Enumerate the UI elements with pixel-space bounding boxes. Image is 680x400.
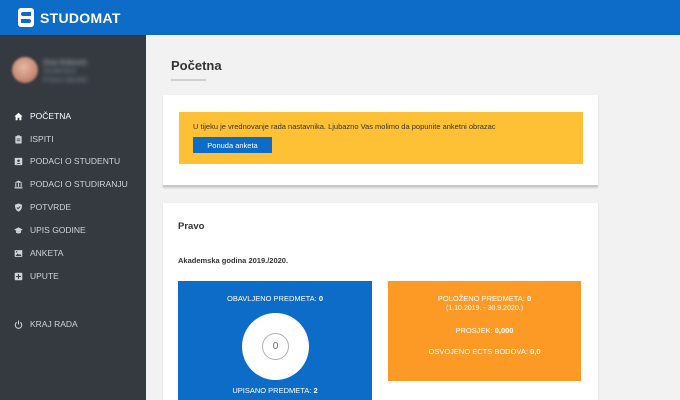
sidebar-item-label: POČETNA — [30, 111, 72, 121]
average-label: PROSJEK: — [455, 326, 493, 335]
power-icon — [14, 320, 23, 329]
university-icon — [14, 180, 23, 189]
survey-offer-button[interactable]: Ponuda anketa — [193, 137, 272, 153]
plus-square-icon — [14, 272, 23, 281]
survey-card: U tijeku je vrednovanje rada nastavnika.… — [163, 95, 598, 187]
sidebar-item-label: ISPITI — [30, 134, 54, 144]
avatar — [12, 57, 38, 83]
sidebar-item-label: KRAJ RADA — [30, 319, 78, 329]
sidebar-item-potvrde[interactable]: POTVRDE — [14, 199, 71, 215]
completed-label: OBAVLJENO PREDMETA: — [226, 294, 317, 303]
courses-passed-panel: POLOŽENO PREDMETA: 0 (1.10.2019. - 30.9.… — [388, 281, 581, 381]
enrolled-value: 2 — [313, 386, 318, 395]
home-icon — [14, 112, 23, 121]
clipboard-icon — [14, 134, 23, 144]
program-title: Pravo — [178, 221, 205, 232]
shield-icon — [14, 202, 23, 212]
enrolled-courses: UPISANO PREDMETA: 2 — [178, 386, 372, 395]
sidebar-item-anketa[interactable]: ANKETA — [14, 245, 63, 261]
study-program-card: Pravo Akademska godina 2019./2020. OBAVL… — [163, 203, 598, 400]
page-title: Početna — [171, 58, 222, 73]
completed-value: 0 — [318, 294, 323, 303]
image-icon — [14, 249, 23, 258]
grade-average: PROSJEK: 0,000 — [388, 326, 581, 335]
sidebar-item-label: PODACI O STUDENTU — [30, 156, 121, 166]
alert-message: U tijeku je vrednovanje rada nastavnika.… — [193, 122, 496, 131]
sidebar: Ana Anković Studentica Pravni fakultet P… — [0, 35, 146, 400]
enrolled-label: UPISANO PREDMETA: — [232, 386, 312, 395]
sidebar-item-podaci-o-studentu[interactable]: PODACI O STUDENTU — [14, 153, 120, 169]
average-value: 0,000 — [494, 326, 514, 335]
academic-year: Akademska godina 2019./2020. — [178, 256, 289, 265]
sidebar-item-label: PODACI O STUDIRANJU — [30, 179, 128, 189]
user-profile: Ana Anković Studentica Pravni fakultet — [12, 57, 137, 89]
sidebar-item-label: POTVRDE — [30, 202, 72, 212]
ects-label: OSVOJENO ECTS BODOVA: — [428, 347, 528, 356]
sidebar-item-pocetna[interactable]: POČETNA — [14, 108, 71, 124]
graduation-cap-icon — [14, 226, 23, 235]
studomat-logo-icon[interactable] — [18, 8, 34, 27]
app-name[interactable]: STUDOMAT — [40, 10, 121, 26]
sidebar-item-label: ANKETA — [30, 248, 64, 258]
progress-donut: 0 — [242, 313, 309, 380]
passed-label: POLOŽENO PREDMETA: — [437, 294, 525, 303]
completed-courses: OBAVLJENO PREDMETA: 0 — [178, 294, 372, 303]
sidebar-item-podaci-o-studiranju[interactable]: PODACI O STUDIRANJU — [14, 176, 128, 192]
ects-earned: OSVOJENO ECTS BODOVA: 0,0 — [388, 347, 581, 356]
user-faculty: Pravni fakultet — [43, 77, 88, 84]
sidebar-item-upute[interactable]: UPUTE — [14, 268, 59, 284]
passed-period: (1.10.2019. - 30.9.2020.) — [445, 305, 524, 312]
donut-value: 0 — [262, 333, 289, 360]
sidebar-item-kraj-rada[interactable]: KRAJ RADA — [14, 316, 78, 332]
courses-completed-panel: OBAVLJENO PREDMETA: 0 0 UPISANO PREDMETA… — [178, 281, 372, 400]
title-underline — [171, 79, 206, 81]
passed-courses: POLOŽENO PREDMETA: 0 — [388, 294, 581, 303]
id-card-icon — [14, 157, 23, 166]
ects-value: 0,0 — [530, 347, 541, 356]
main-content: Početna U tijeku je vrednovanje rada nas… — [146, 35, 680, 400]
sidebar-item-upis-godine[interactable]: UPIS GODINE — [14, 222, 86, 238]
user-name: Ana Anković — [43, 58, 88, 67]
top-bar: STUDOMAT — [0, 0, 680, 35]
survey-alert: U tijeku je vrednovanje rada nastavnika.… — [179, 112, 583, 164]
sidebar-item-label: UPIS GODINE — [30, 225, 86, 235]
sidebar-item-label: UPUTE — [30, 271, 59, 281]
passed-value: 0 — [526, 294, 532, 303]
sidebar-item-ispiti[interactable]: ISPITI — [14, 131, 54, 147]
user-role: Studentica — [43, 68, 77, 75]
